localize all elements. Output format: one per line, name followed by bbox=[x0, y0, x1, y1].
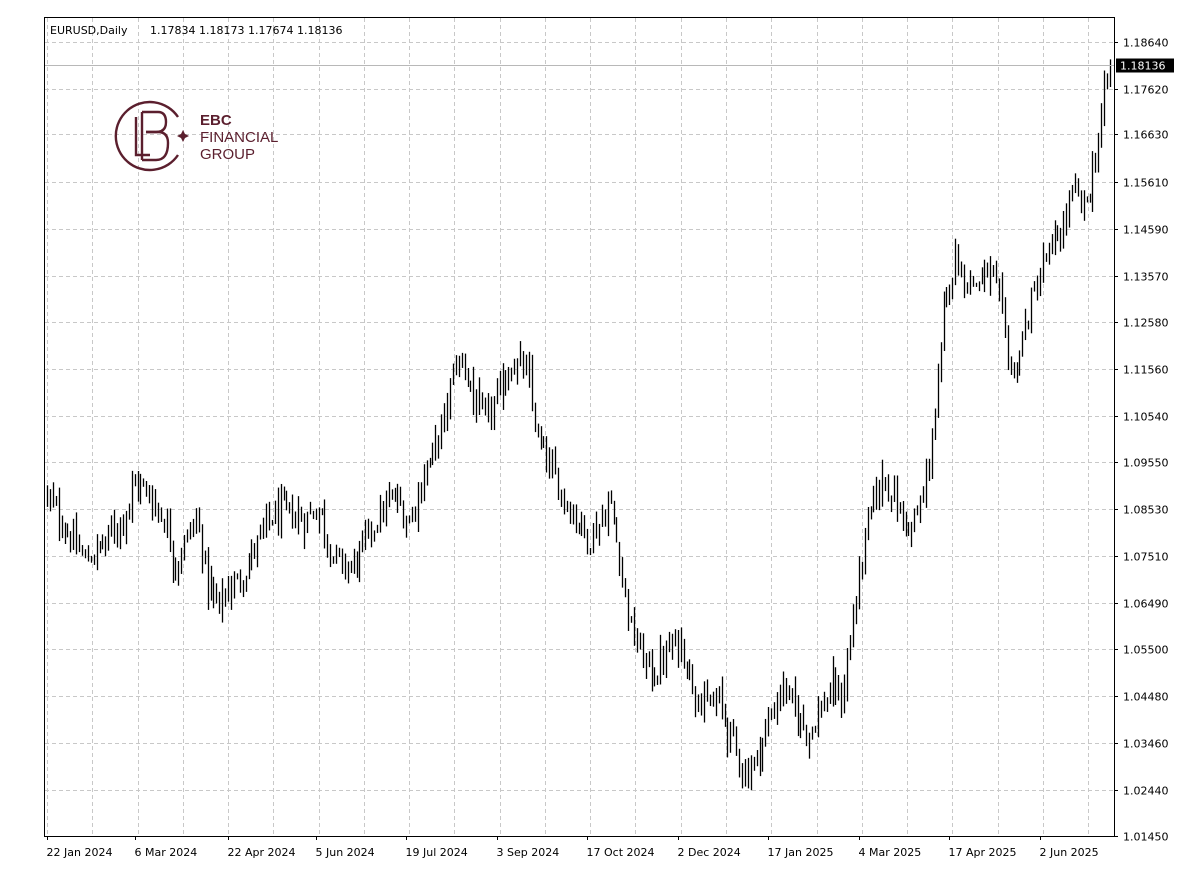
symbol-title: EURUSD,Daily bbox=[50, 24, 128, 37]
x-axis: 22 Jan 2024 6 Mar 2024 22 Apr 2024 5 Jun 20… bbox=[47, 836, 1099, 859]
y-tick-label: 1.14590 bbox=[1123, 224, 1169, 237]
logo-line-financial: FINANCIAL bbox=[200, 129, 278, 146]
chart-header: EURUSD,Daily 1.17834 1.18173 1.17674 1.1… bbox=[50, 24, 342, 37]
y-tick-label: 1.08530 bbox=[1123, 504, 1169, 517]
chart: 1.01450 1.02440 1.03460 1.04480 1.05500 1.064… bbox=[44, 17, 1174, 859]
x-tick-label: 22 Apr 2024 bbox=[228, 846, 296, 859]
logo-line-group: GROUP bbox=[200, 146, 255, 163]
y-tick-label: 1.06490 bbox=[1123, 598, 1169, 611]
price-tag-label: 1.18136 bbox=[1120, 60, 1166, 73]
y-axis: 1.01450 1.02440 1.03460 1.04480 1.05500 1.064… bbox=[1114, 37, 1169, 844]
price-bars bbox=[46, 59, 1112, 791]
x-tick-label: 2 Jun 2025 bbox=[1040, 846, 1099, 859]
x-tick-label: 3 Sep 2024 bbox=[497, 846, 560, 859]
y-tick-label: 1.12580 bbox=[1123, 317, 1169, 330]
x-tick-label: 22 Jan 2024 bbox=[47, 846, 113, 859]
y-tick-label: 1.07510 bbox=[1123, 551, 1169, 564]
y-tick-label: 1.10540 bbox=[1123, 411, 1169, 424]
y-tick-label: 1.15610 bbox=[1123, 177, 1169, 190]
y-tick-label: 1.04480 bbox=[1123, 691, 1169, 704]
x-tick-label: 5 Jun 2024 bbox=[316, 846, 375, 859]
y-tick-label: 1.02440 bbox=[1123, 785, 1169, 798]
price-tag: 1.18136 bbox=[1116, 58, 1174, 73]
ebc-logo-icon bbox=[114, 100, 189, 172]
logo-line-ebc: EBC bbox=[200, 112, 232, 129]
y-tick-label: 1.17620 bbox=[1123, 84, 1169, 97]
y-tick-label: 1.13570 bbox=[1123, 271, 1169, 284]
y-tick-label: 1.11560 bbox=[1123, 364, 1169, 377]
y-tick-label: 1.05500 bbox=[1123, 644, 1169, 657]
x-tick-label: 6 Mar 2024 bbox=[135, 846, 198, 859]
y-tick-label: 1.18640 bbox=[1123, 37, 1169, 50]
ebc-logo: EBC FINANCIAL GROUP bbox=[114, 100, 278, 172]
x-tick-label: 17 Apr 2025 bbox=[949, 846, 1017, 859]
x-tick-label: 2 Dec 2024 bbox=[678, 846, 741, 859]
x-tick-label: 17 Jan 2025 bbox=[768, 846, 834, 859]
y-tick-label: 1.09550 bbox=[1123, 457, 1169, 470]
y-tick-label: 1.01450 bbox=[1123, 831, 1169, 844]
y-tick-label: 1.03460 bbox=[1123, 738, 1169, 751]
y-tick-label: 1.16630 bbox=[1123, 129, 1169, 142]
x-tick-label: 4 Mar 2025 bbox=[859, 846, 922, 859]
x-tick-label: 17 Oct 2024 bbox=[587, 846, 655, 859]
x-tick-label: 19 Jul 2024 bbox=[406, 846, 468, 859]
ohlc-values: 1.17834 1.18173 1.17674 1.18136 bbox=[150, 24, 342, 37]
